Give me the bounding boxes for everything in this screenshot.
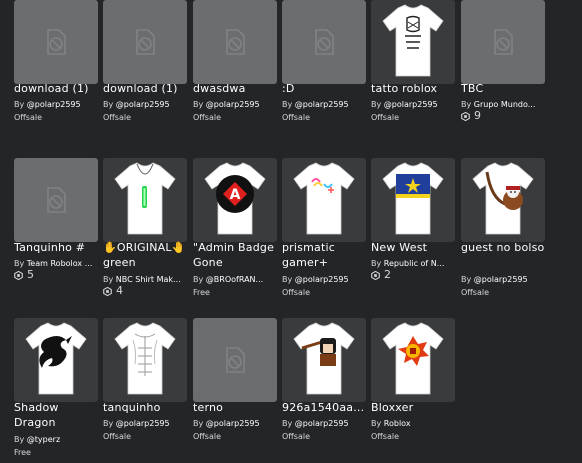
unavailable-thumbnail[interactable] [461, 0, 545, 84]
blocked-image-icon [226, 29, 245, 55]
item-creator[interactable]: By @polarp2595 [371, 100, 457, 110]
item-thumbnail[interactable] [103, 158, 187, 242]
dragon-shirt-icon [25, 322, 87, 395]
item-thumbnail[interactable]: A [193, 158, 277, 242]
item-creator[interactable]: By @typerz [14, 435, 100, 445]
item-thumbnail[interactable] [282, 158, 366, 242]
character-shirt-icon [293, 322, 355, 395]
guest-shirt-icon [472, 162, 534, 235]
item-price: Offsale [193, 113, 222, 122]
item-name[interactable]: :D [282, 81, 370, 96]
item-price: Offsale [282, 288, 311, 297]
item-creator[interactable]: By @polarp2595 [14, 100, 100, 110]
item-name[interactable]: "Admin Badge Gone [193, 240, 281, 270]
item-name[interactable]: prismatic gamer+ [282, 240, 370, 270]
robux-icon [14, 270, 23, 280]
catalog-grid: download (1) By @polarp2595 Offsale down… [14, 0, 582, 463]
blocked-image-icon [226, 347, 245, 373]
item-name[interactable]: terno [193, 400, 281, 415]
item-name[interactable]: TBC [461, 81, 549, 96]
blocked-image-icon [136, 29, 155, 55]
unavailable-thumbnail[interactable] [282, 0, 366, 84]
item-creator[interactable]: By @BROofRAN... [193, 275, 279, 285]
item-name[interactable]: 926a1540aa... [282, 400, 370, 415]
item-price: Offsale [14, 113, 43, 122]
blocked-image-icon [47, 187, 66, 213]
tattoo-shirt-icon [382, 4, 444, 77]
abs-shirt-icon [114, 322, 176, 395]
item-thumbnail[interactable] [103, 318, 187, 402]
unavailable-thumbnail[interactable] [103, 0, 187, 84]
item-name[interactable]: Tanquinho # [14, 240, 102, 255]
item-thumbnail[interactable] [282, 318, 366, 402]
item-price: 4 [103, 285, 123, 296]
item-price: 9 [461, 110, 481, 121]
robux-icon [371, 270, 380, 280]
item-price: Offsale [282, 113, 311, 122]
item-name[interactable]: Shadow Dragon [14, 400, 102, 430]
robux-icon [461, 111, 470, 121]
item-name[interactable]: tatto roblox [371, 81, 459, 96]
item-thumbnail[interactable] [461, 158, 545, 242]
item-name[interactable]: download (1) [103, 81, 191, 96]
item-name[interactable]: ✋ORIGINAL🤚 green [103, 240, 191, 270]
item-creator[interactable]: By @polarp2595 [193, 419, 279, 429]
item-name[interactable]: Bloxxer [371, 400, 459, 415]
item-price: Offsale [193, 432, 222, 441]
flag-shirt-icon [382, 162, 444, 235]
item-price: 2 [371, 269, 391, 280]
item-creator[interactable]: By @polarp2595 [461, 275, 547, 285]
item-name[interactable]: guest no bolso [461, 240, 549, 255]
item-name[interactable]: dwasdwa [193, 81, 281, 96]
robux-icon [103, 286, 112, 296]
item-thumbnail[interactable] [371, 0, 455, 84]
blocked-image-icon [47, 29, 66, 55]
item-price: Offsale [371, 432, 400, 441]
item-thumbnail[interactable] [14, 318, 98, 402]
item-price: Offsale [371, 113, 400, 122]
item-creator[interactable]: By @polarp2595 [282, 100, 368, 110]
item-creator[interactable]: By @polarp2595 [282, 275, 368, 285]
item-creator[interactable]: By @polarp2595 [282, 419, 368, 429]
blocked-image-icon [315, 29, 334, 55]
item-price: Offsale [103, 432, 132, 441]
blocked-image-icon [494, 29, 513, 55]
item-name[interactable]: New West [371, 240, 459, 255]
item-price: Offsale [282, 432, 311, 441]
unavailable-thumbnail[interactable] [193, 318, 277, 402]
unavailable-thumbnail[interactable] [14, 0, 98, 84]
admin-badge-shirt-icon: A [204, 162, 266, 235]
item-creator[interactable]: By @polarp2595 [103, 100, 189, 110]
bloxxer-shirt-icon [382, 322, 444, 395]
unavailable-thumbnail[interactable] [14, 158, 98, 242]
prismatic-shirt-icon [293, 162, 355, 235]
item-name[interactable]: download (1) [14, 81, 102, 96]
item-creator[interactable]: By Roblox [371, 419, 457, 429]
green-necklace-shirt-icon [114, 162, 176, 235]
svg-text:A: A [230, 187, 241, 203]
item-price: Offsale [461, 288, 490, 297]
item-price: Free [193, 288, 210, 297]
item-price: Free [14, 448, 31, 457]
item-thumbnail[interactable] [371, 318, 455, 402]
item-creator[interactable]: By @polarp2595 [193, 100, 279, 110]
item-price: 5 [14, 269, 34, 280]
item-price: Offsale [103, 113, 132, 122]
item-thumbnail[interactable] [371, 158, 455, 242]
item-creator[interactable]: By @polarp2595 [103, 419, 189, 429]
unavailable-thumbnail[interactable] [193, 0, 277, 84]
item-name[interactable]: tanquinho [103, 400, 191, 415]
